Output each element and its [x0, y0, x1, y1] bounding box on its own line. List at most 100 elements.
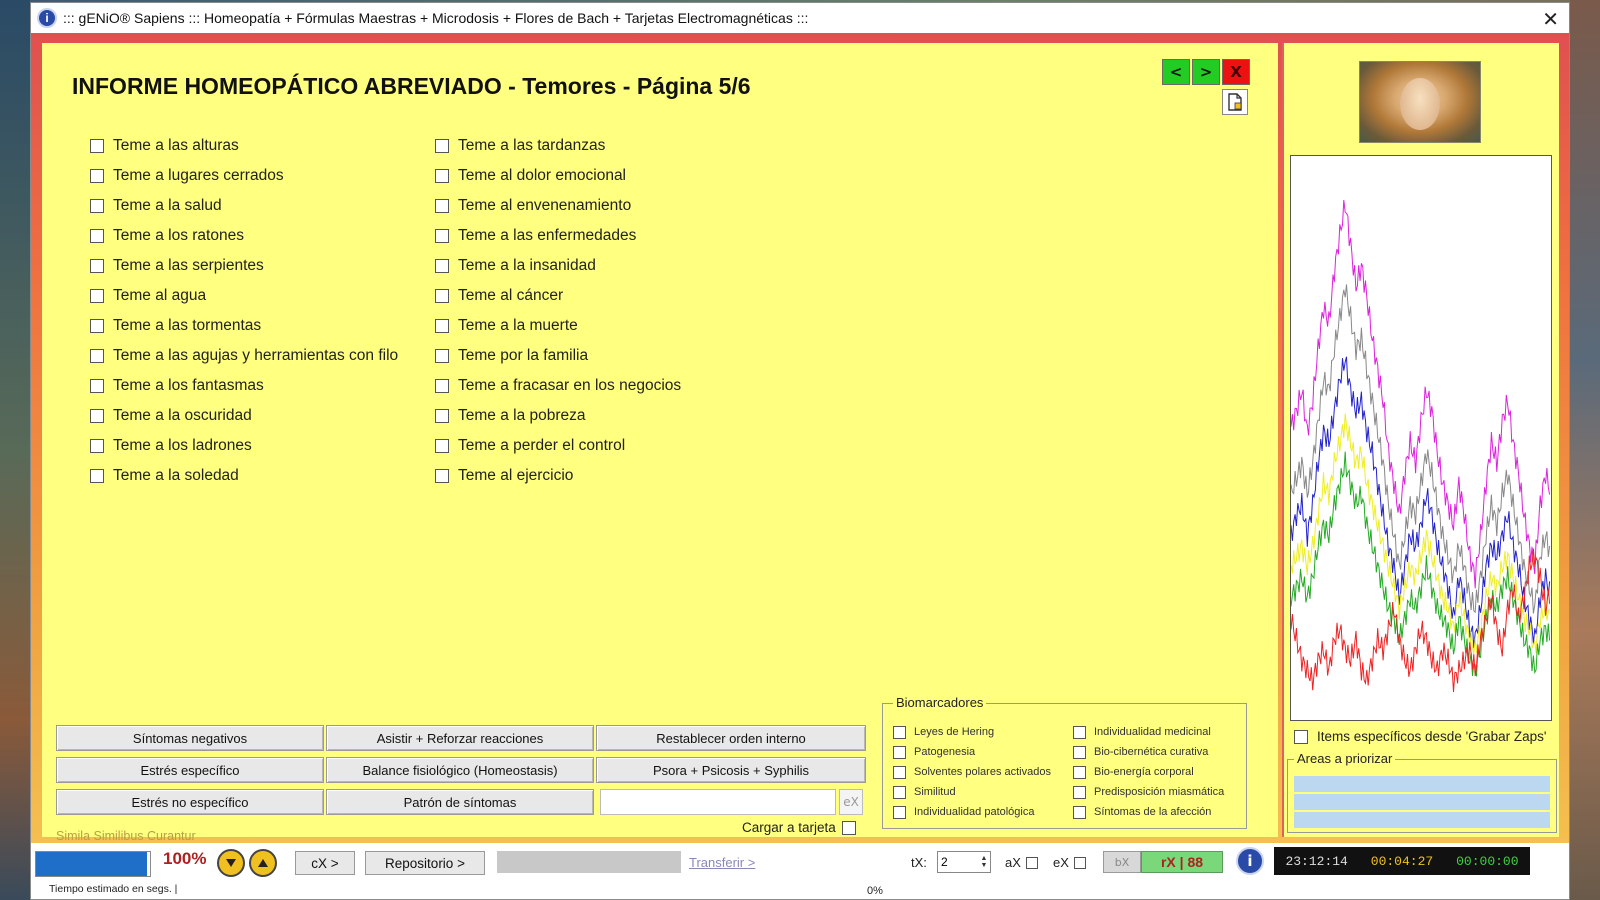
fear-option[interactable]: Teme por la familia [435, 341, 681, 371]
cx-button[interactable]: cX > [295, 851, 355, 875]
items-especificos-checkbox[interactable] [1294, 729, 1308, 744]
biomarcador-checkbox[interactable] [1073, 725, 1086, 739]
fear-checkbox[interactable] [90, 289, 104, 303]
biomarcador-option[interactable]: Individualidad medicinal [1073, 722, 1224, 742]
info-icon[interactable]: i [1236, 847, 1264, 875]
fear-checkbox[interactable] [435, 379, 449, 393]
fear-checkbox[interactable] [435, 349, 449, 363]
transferir-link[interactable]: Transferir > [689, 855, 755, 870]
estres-especifico-button[interactable]: Estrés específico [56, 757, 324, 783]
fear-checkbox[interactable] [90, 139, 104, 153]
bx-button[interactable]: bX [1103, 851, 1141, 873]
fear-option[interactable]: Teme a los ratones [90, 221, 398, 251]
biomarcador-option[interactable]: Similitud [893, 782, 1051, 802]
fear-option[interactable]: Teme a los fantasmas [90, 371, 398, 401]
fear-option[interactable]: Teme al cáncer [435, 281, 681, 311]
fear-checkbox[interactable] [90, 469, 104, 483]
ex-text-input[interactable] [600, 789, 836, 815]
fear-option[interactable]: Teme a perder el control [435, 431, 681, 461]
estres-no-especifico-button[interactable]: Estrés no específico [56, 789, 324, 815]
biomarcador-checkbox[interactable] [893, 805, 906, 819]
fear-checkbox[interactable] [435, 139, 449, 153]
biomarcador-checkbox[interactable] [1073, 805, 1086, 819]
biomarcador-option[interactable]: Patogenesia [893, 742, 1051, 762]
window-close-button[interactable]: ✕ [1542, 7, 1559, 32]
sintomas-negativos-button[interactable]: Síntomas negativos [56, 725, 324, 751]
ex-checkbox[interactable] [1073, 856, 1086, 869]
area-bar-2[interactable] [1294, 794, 1550, 810]
fear-label: Teme a los fantasmas [113, 377, 264, 394]
restablecer-orden-button[interactable]: Restablecer orden interno [596, 725, 866, 751]
fear-checkbox[interactable] [90, 319, 104, 333]
fear-option[interactable]: Teme a lugares cerrados [90, 161, 398, 191]
prev-page-button[interactable]: < [1162, 59, 1190, 85]
biomarcador-option[interactable]: Bio-energía corporal [1073, 762, 1224, 782]
asistir-reforzar-button[interactable]: Asistir + Reforzar reacciones [326, 725, 594, 751]
biomarcador-checkbox[interactable] [893, 765, 906, 779]
biomarcador-checkbox[interactable] [1073, 765, 1086, 779]
fear-checkbox[interactable] [435, 229, 449, 243]
fear-checkbox[interactable] [90, 259, 104, 273]
cargar-tarjeta-checkbox[interactable] [841, 820, 856, 835]
biomarcador-checkbox[interactable] [1073, 745, 1086, 759]
fear-option[interactable]: Teme a fracasar en los negocios [435, 371, 681, 401]
area-bar-3[interactable] [1294, 812, 1550, 828]
fear-option[interactable]: Teme a las enfermedades [435, 221, 681, 251]
fear-option[interactable]: Teme a la insanidad [435, 251, 681, 281]
fear-option[interactable]: Teme a la soledad [90, 461, 398, 491]
repositorio-button[interactable]: Repositorio > [365, 851, 485, 875]
ax-checkbox[interactable] [1025, 856, 1038, 869]
fear-option[interactable]: Teme al ejercicio [435, 461, 681, 491]
biomarcador-checkbox[interactable] [893, 745, 906, 759]
fear-option[interactable]: Teme a las tardanzas [435, 131, 681, 161]
fear-checkbox[interactable] [435, 259, 449, 273]
next-page-button[interactable]: > [1192, 59, 1220, 85]
fear-checkbox[interactable] [90, 229, 104, 243]
ex-button[interactable]: eX [839, 789, 863, 815]
biomarcador-option[interactable]: Individualidad patológica [893, 802, 1051, 822]
fear-option[interactable]: Teme a los ladrones [90, 431, 398, 461]
fear-checkbox[interactable] [435, 439, 449, 453]
fear-option[interactable]: Teme al dolor emocional [435, 161, 681, 191]
biomarcador-option[interactable]: Bio-cibernética curativa [1073, 742, 1224, 762]
biomarcador-checkbox[interactable] [893, 725, 906, 739]
biomarcador-checkbox[interactable] [1073, 785, 1086, 799]
balance-fisiologico-button[interactable]: Balance fisiológico (Homeostasis) [326, 757, 594, 783]
fear-option[interactable]: Teme al envenenamiento [435, 191, 681, 221]
fear-checkbox[interactable] [435, 409, 449, 423]
close-report-button[interactable]: X [1222, 59, 1250, 85]
fear-option[interactable]: Teme a la salud [90, 191, 398, 221]
document-icon[interactable] [1222, 89, 1248, 115]
patron-sintomas-button[interactable]: Patrón de síntomas [326, 789, 594, 815]
fear-option[interactable]: Teme a la oscuridad [90, 401, 398, 431]
tx-input[interactable]: 2 ▲ ▼ [937, 851, 991, 873]
fear-option[interactable]: Teme a las agujas y herramientas con fil… [90, 341, 398, 371]
fear-option[interactable]: Teme a la muerte [435, 311, 681, 341]
biomarcador-option[interactable]: Predisposición miasmática [1073, 782, 1224, 802]
area-bar-1[interactable] [1294, 776, 1550, 792]
biomarcador-checkbox[interactable] [893, 785, 906, 799]
fear-checkbox[interactable] [435, 289, 449, 303]
fear-checkbox[interactable] [90, 199, 104, 213]
fear-option[interactable]: Teme al agua [90, 281, 398, 311]
fear-checkbox[interactable] [435, 469, 449, 483]
down-arrow-button[interactable] [217, 849, 245, 877]
biomarcador-option[interactable]: Síntomas de la afección [1073, 802, 1224, 822]
tx-spinner[interactable]: ▲ ▼ [978, 852, 990, 872]
fear-checkbox[interactable] [90, 379, 104, 393]
fear-checkbox[interactable] [90, 439, 104, 453]
fear-checkbox[interactable] [435, 169, 449, 183]
fear-checkbox[interactable] [435, 319, 449, 333]
up-arrow-button[interactable] [249, 849, 277, 877]
psora-psicosis-button[interactable]: Psora + Psicosis + Syphilis [596, 757, 866, 783]
biomarcador-option[interactable]: Solventes polares activados [893, 762, 1051, 782]
fear-checkbox[interactable] [90, 169, 104, 183]
biomarcador-option[interactable]: Leyes de Hering [893, 722, 1051, 742]
fear-option[interactable]: Teme a las serpientes [90, 251, 398, 281]
fear-option[interactable]: Teme a la pobreza [435, 401, 681, 431]
fear-checkbox[interactable] [90, 409, 104, 423]
fear-checkbox[interactable] [90, 349, 104, 363]
fear-checkbox[interactable] [435, 199, 449, 213]
fear-option[interactable]: Teme a las alturas [90, 131, 398, 161]
fear-option[interactable]: Teme a las tormentas [90, 311, 398, 341]
